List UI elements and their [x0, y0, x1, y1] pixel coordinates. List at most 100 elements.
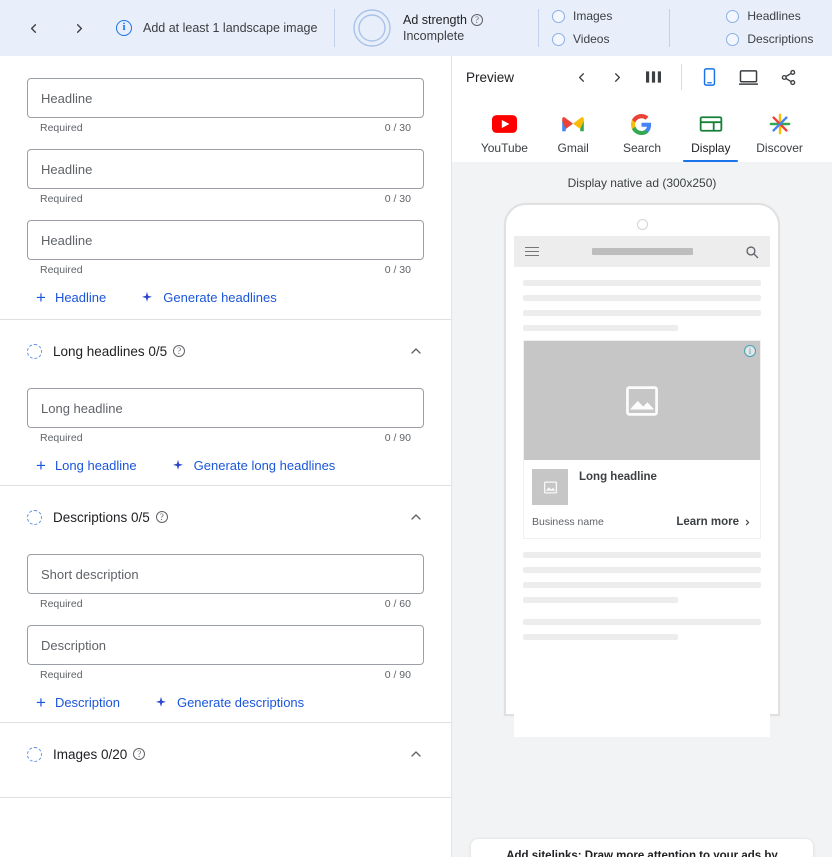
short-description-input[interactable]: Short description	[27, 554, 424, 594]
section-title: Descriptions 0/5 ?	[53, 510, 168, 525]
add-description-label: Description	[54, 695, 120, 710]
add-description-button[interactable]: + Description	[36, 693, 120, 712]
sparkle-icon	[171, 459, 185, 473]
divider	[681, 64, 683, 90]
checklist-label: Videos	[573, 32, 610, 46]
preview-channel-tabs: YouTube Gmail Search Display Discover	[466, 98, 818, 162]
tab-label: Discover	[756, 141, 803, 155]
mobile-device-icon[interactable]	[702, 68, 717, 86]
images-header[interactable]: Images 0/20 ?	[27, 723, 424, 785]
section-header-left: Descriptions 0/5 ?	[27, 509, 168, 525]
previous-arrow-button[interactable]	[22, 17, 44, 39]
tab-display[interactable]: Display	[676, 98, 745, 162]
headline-input-1[interactable]: Headline	[27, 78, 424, 118]
generate-descriptions-button[interactable]: Generate descriptions	[154, 695, 304, 710]
skeleton-line	[523, 280, 761, 286]
tab-label: Display	[691, 141, 731, 155]
field-meta: Required 0 / 90	[27, 665, 424, 681]
short-description-field[interactable]: Short description Required 0 / 60	[27, 554, 424, 610]
phone-screen: i Long headline Business name Learn more	[514, 236, 770, 737]
generate-headlines-button[interactable]: Generate headlines	[140, 290, 277, 305]
chevron-right-icon[interactable]	[610, 70, 625, 85]
headline-input-3[interactable]: Headline	[27, 220, 424, 260]
grid-view-icon[interactable]	[646, 70, 662, 84]
required-label: Required	[40, 432, 83, 444]
native-ad-card[interactable]: i Long headline Business name Learn more	[523, 340, 761, 539]
descriptions-actions: + Description Generate descriptions	[27, 693, 424, 712]
sitelinks-suggestion-card[interactable]: Add sitelinks: Draw more attention to yo…	[470, 838, 814, 857]
ad-creation-screen: i Add at least 1 landscape image Ad stre…	[0, 0, 832, 857]
section-title-text: Descriptions 0/5	[53, 509, 150, 525]
ad-headline-text: Long headline	[579, 471, 657, 483]
tab-search[interactable]: Search	[608, 98, 677, 162]
ad-info-icon[interactable]: i	[744, 345, 756, 357]
description-input[interactable]: Description	[27, 625, 424, 665]
checklist-item-headlines[interactable]: Headlines	[726, 9, 813, 23]
checklist-item-descriptions[interactable]: Descriptions	[726, 32, 813, 46]
images-section: Images 0/20 ?	[0, 723, 451, 798]
add-long-headline-button[interactable]: + Long headline	[36, 457, 137, 474]
help-icon[interactable]: ?	[133, 748, 146, 760]
discover-icon	[769, 112, 791, 136]
mock-browser-bar	[514, 236, 770, 267]
notice-text: Add at least 1 landscape image	[143, 21, 318, 35]
skeleton-line	[523, 634, 678, 640]
help-icon[interactable]: ?	[155, 511, 168, 523]
tab-youtube[interactable]: YouTube	[470, 98, 539, 162]
input-placeholder: Short description	[41, 566, 139, 582]
ad-cta-label: Learn more	[676, 516, 739, 528]
help-icon[interactable]: ?	[173, 345, 186, 357]
share-icon[interactable]	[780, 69, 797, 86]
mock-content-lines-bottom	[514, 539, 770, 640]
input-placeholder: Description	[41, 637, 107, 653]
headline-field-2[interactable]: Headline Required 0 / 30	[27, 149, 424, 205]
warning-notice: i Add at least 1 landscape image	[116, 20, 317, 36]
long-headlines-header[interactable]: Long headlines 0/5 ?	[27, 320, 424, 382]
description-field[interactable]: Description Required 0 / 90	[27, 625, 424, 681]
next-arrow-button[interactable]	[68, 17, 90, 39]
headline-field-3[interactable]: Headline Required 0 / 30	[27, 220, 424, 276]
add-long-headline-label: Long headline	[54, 458, 137, 473]
tab-gmail[interactable]: Gmail	[539, 98, 608, 162]
chevron-up-icon[interactable]	[408, 343, 424, 359]
help-icon[interactable]: ?	[470, 14, 483, 26]
section-title-text: Images 0/20	[53, 746, 128, 762]
unchecked-circle-icon	[552, 9, 565, 23]
main-content: Headline Required 0 / 30 Headline Requir…	[0, 56, 832, 857]
ad-card-body: Long headline Business name Learn more	[524, 460, 760, 538]
field-meta: Required 0 / 30	[27, 260, 424, 276]
descriptions-section: Descriptions 0/5 ? Short description Req…	[0, 486, 451, 723]
chevron-up-icon[interactable]	[408, 746, 424, 762]
preview-header: Preview YouTube Gmail Search Display Dis…	[452, 56, 832, 162]
skeleton-line	[523, 582, 761, 588]
chevron-left-icon[interactable]	[574, 70, 589, 85]
sparkle-icon	[154, 696, 168, 710]
field-meta: Required 0 / 90	[27, 428, 424, 444]
section-title-text: Long headlines 0/5	[53, 343, 168, 359]
image-placeholder-icon	[625, 384, 659, 418]
add-headline-button[interactable]: + Headline	[36, 289, 106, 306]
long-headline-input-1[interactable]: Long headline	[27, 388, 424, 428]
preview-title: Preview	[466, 69, 515, 85]
checklist-item-images[interactable]: Images	[552, 9, 612, 23]
checklist-column-left: Images Videos	[552, 9, 612, 46]
required-label: Required	[40, 598, 83, 610]
tab-discover[interactable]: Discover	[745, 98, 814, 162]
ad-strength-indicator: Ad strength ? Incomplete	[352, 8, 483, 48]
generate-descriptions-label: Generate descriptions	[176, 695, 305, 710]
headline-input-2[interactable]: Headline	[27, 149, 424, 189]
long-headline-field-1[interactable]: Long headline Required 0 / 90	[27, 388, 424, 444]
descriptions-header[interactable]: Descriptions 0/5 ?	[27, 486, 424, 548]
headline-field-1[interactable]: Headline Required 0 / 30	[27, 78, 424, 134]
checklist-item-videos[interactable]: Videos	[552, 32, 612, 46]
ad-cta-button[interactable]: Learn more	[676, 516, 752, 528]
chevron-up-icon[interactable]	[408, 509, 424, 525]
desktop-device-icon[interactable]	[739, 69, 759, 86]
ad-image-placeholder: i	[524, 341, 760, 460]
hamburger-menu-icon	[525, 246, 539, 257]
skeleton-line	[523, 295, 761, 301]
char-counter: 0 / 30	[384, 264, 411, 276]
generate-long-headlines-button[interactable]: Generate long headlines	[171, 458, 335, 473]
plus-icon: +	[36, 693, 46, 712]
unchecked-circle-icon	[726, 32, 740, 46]
